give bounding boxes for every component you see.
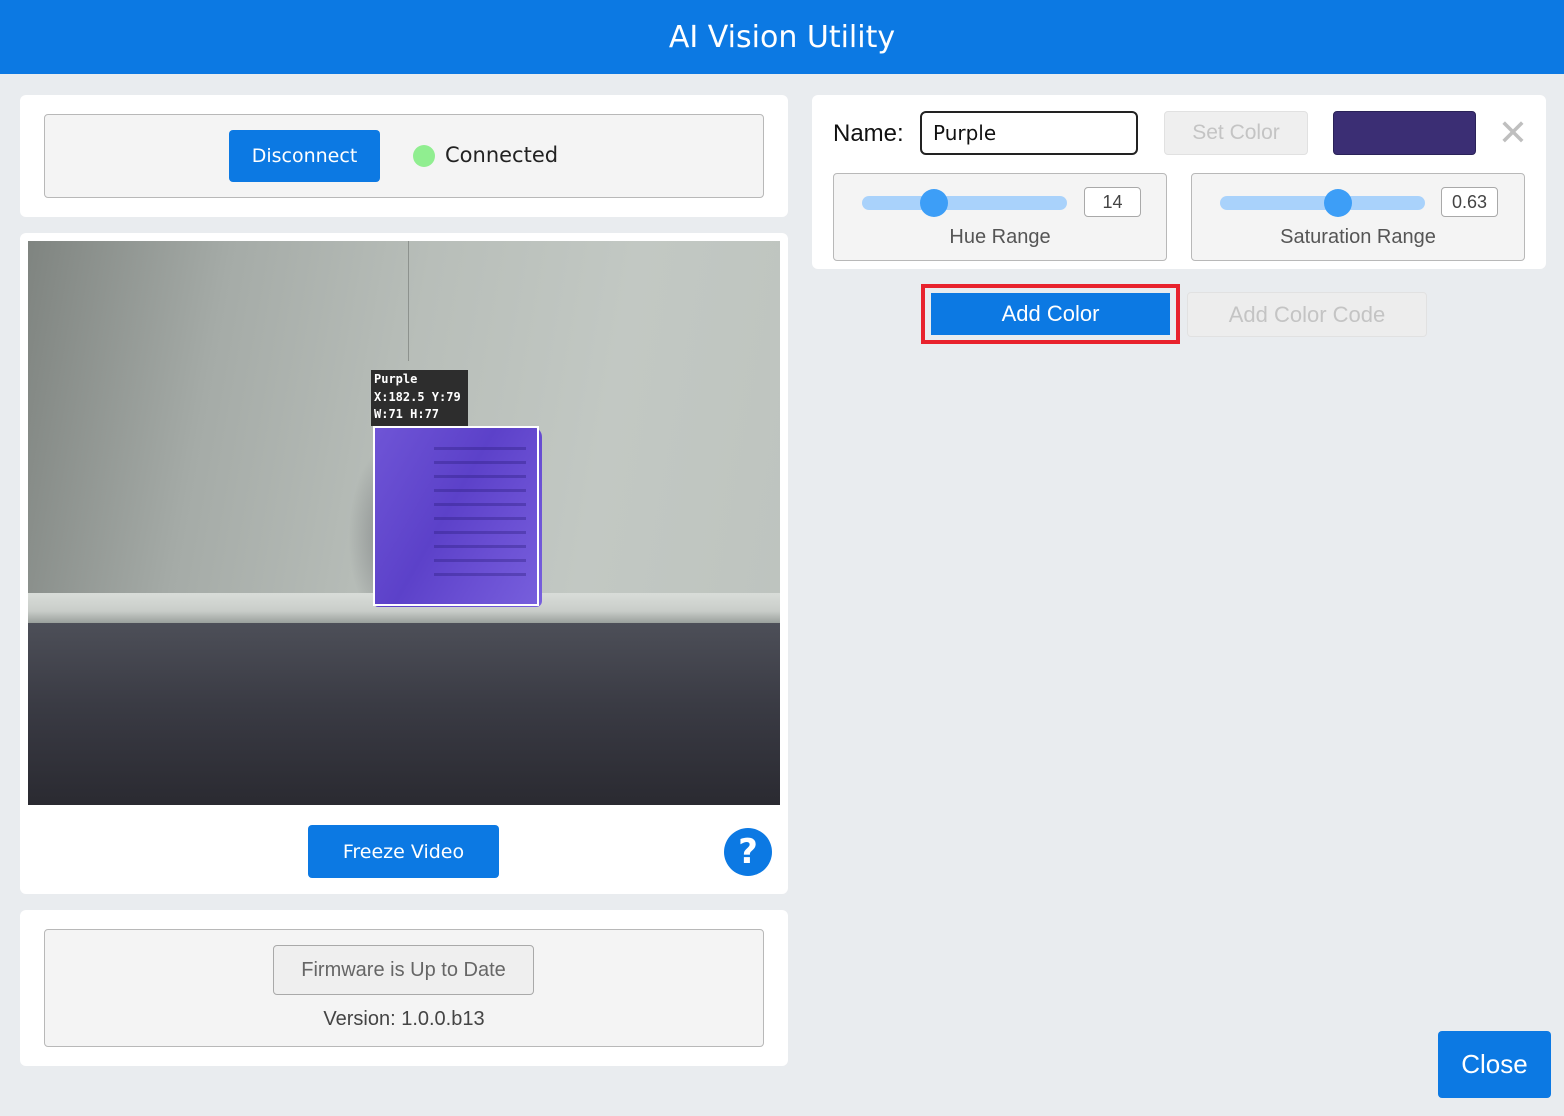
hue-slider-handle[interactable] [920, 189, 948, 217]
connection-panel: Disconnect Connected [20, 95, 788, 217]
detection-size: W:71 H:77 [374, 407, 440, 421]
close-button[interactable]: Close [1438, 1031, 1551, 1098]
saturation-range-value[interactable]: 0.63 [1441, 187, 1498, 217]
camera-feed: Purple X:182.5 Y:79 W:71 H:77 [28, 241, 780, 805]
disconnect-button[interactable]: Disconnect [229, 130, 380, 182]
firmware-panel: Firmware is Up to Date Version: 1.0.0.b1… [20, 910, 788, 1066]
hue-range-label: Hue Range [949, 226, 1051, 248]
feed-floor [28, 623, 780, 805]
add-color-button[interactable]: Add Color [931, 293, 1170, 335]
hue-slider-track[interactable] [862, 196, 1067, 210]
connection-status-icon [413, 145, 435, 167]
connection-status-text: Connected [445, 143, 559, 167]
detection-coords: X:182.5 Y:79 [374, 389, 461, 404]
app-title-bar: AI Vision Utility [0, 0, 1564, 74]
close-icon[interactable]: ✕ [1496, 112, 1530, 153]
set-color-button[interactable]: Set Color [1164, 111, 1308, 155]
freeze-video-button[interactable]: Freeze Video [308, 825, 499, 878]
firmware-box: Firmware is Up to Date Version: 1.0.0.b1… [44, 929, 764, 1047]
hue-range-value[interactable]: 14 [1084, 187, 1141, 217]
color-name-input[interactable] [920, 111, 1138, 155]
feed-wall-edge [408, 241, 409, 361]
detection-bounding-box [373, 426, 539, 606]
name-label: Name: [833, 120, 904, 147]
detection-label: Purple X:182.5 Y:79 W:71 H:77 [371, 370, 468, 426]
saturation-slider-track[interactable] [1220, 196, 1425, 210]
saturation-range-control: 0.63 Saturation Range [1191, 173, 1525, 261]
saturation-range-label: Saturation Range [1280, 226, 1436, 248]
detection-name: Purple [374, 372, 418, 386]
app-title: AI Vision Utility [668, 19, 896, 55]
saturation-slider-handle[interactable] [1324, 189, 1352, 217]
hue-range-control: 14 Hue Range [833, 173, 1167, 261]
connection-box: Disconnect Connected [44, 114, 764, 198]
color-swatch[interactable] [1333, 111, 1476, 155]
add-color-code-button[interactable]: Add Color Code [1187, 292, 1427, 337]
help-icon[interactable]: ? [724, 828, 772, 876]
firmware-version: Version: 1.0.0.b13 [323, 1008, 485, 1030]
firmware-button[interactable]: Firmware is Up to Date [273, 945, 534, 995]
